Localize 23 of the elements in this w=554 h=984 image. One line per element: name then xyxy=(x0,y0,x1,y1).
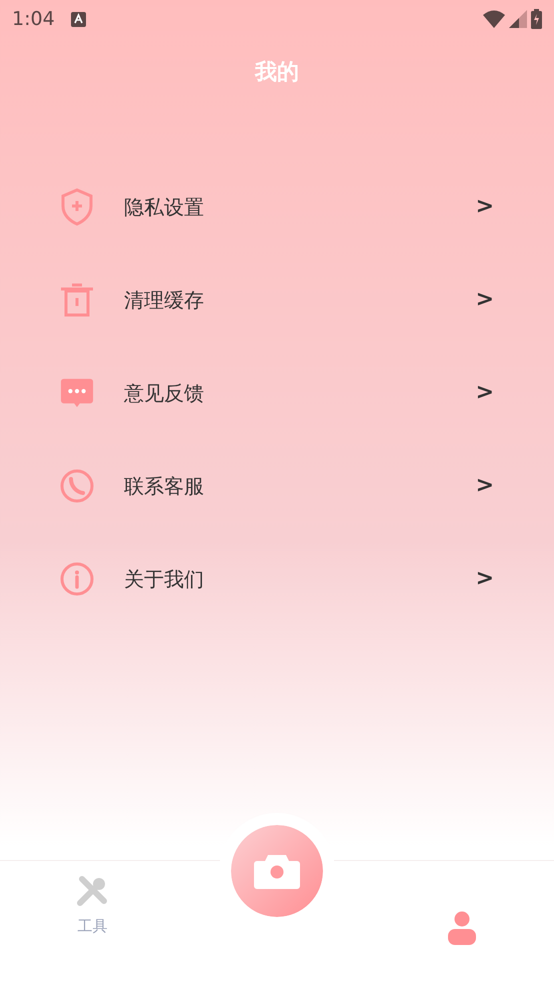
menu-item[interactable]: 意见反馈 > xyxy=(0,346,554,439)
info-icon xyxy=(60,562,94,596)
trash-icon xyxy=(60,282,94,316)
menu-item[interactable]: 隐私设置 > xyxy=(0,160,554,253)
menu-item[interactable]: 联系客服 > xyxy=(0,439,554,532)
chevron-icon: > xyxy=(476,562,494,595)
wifi-icon xyxy=(483,10,505,28)
chevron-icon: > xyxy=(476,469,494,502)
menu-item[interactable]: 清理缓存 > xyxy=(0,253,554,346)
shield-icon xyxy=(60,188,94,226)
chevron-icon: > xyxy=(476,283,494,316)
menu-item[interactable]: 关于我们 > xyxy=(0,532,554,625)
keyboard-notification-icon xyxy=(70,12,86,26)
phone-icon xyxy=(60,468,94,502)
chat-icon xyxy=(60,376,94,408)
chevron-icon: > xyxy=(476,376,494,409)
person-icon xyxy=(446,910,477,944)
chevron-icon: > xyxy=(476,190,494,223)
tools-icon xyxy=(76,875,108,907)
battery-icon xyxy=(531,9,542,29)
page-title: 我的 xyxy=(255,58,299,86)
status-time: 1:04 xyxy=(12,6,55,32)
signal-icon xyxy=(509,10,527,28)
